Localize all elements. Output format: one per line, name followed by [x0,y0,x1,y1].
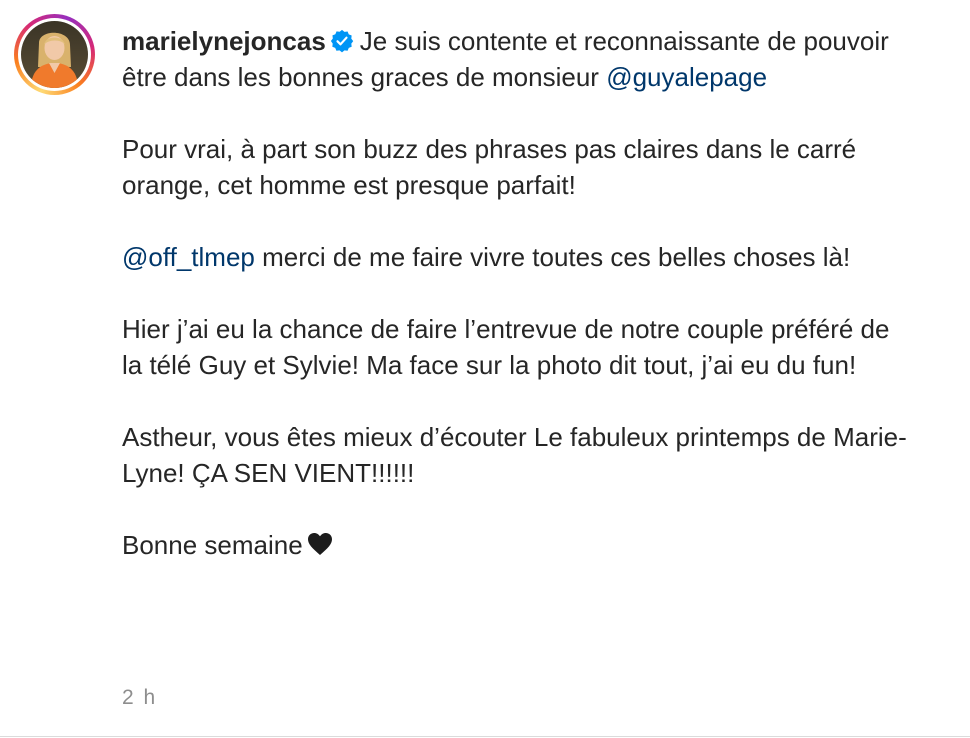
caption-paragraph-6: Bonne semaine [122,527,912,563]
mention-guyalepage[interactable]: @guyalepage [606,62,767,92]
avatar-gap [18,18,91,91]
post-caption-comment: marielynejoncas Je suis contente et reco… [0,0,970,737]
caption-text-5: Astheur, vous êtes mieux d’écouter Le fa… [122,422,907,488]
black-heart-icon [307,533,332,555]
caption-paragraph-3: @off_tlmep merci de me faire vivre toute… [122,239,912,275]
caption-paragraph-2: Pour vrai, à part son buzz des phrases p… [122,131,912,203]
caption-text: marielynejoncas Je suis contente et reco… [122,23,912,563]
caption-text-3: merci de me faire vivre toutes ces belle… [262,242,851,272]
username-link[interactable]: marielynejoncas [122,26,326,56]
caption-paragraph-4: Hier j’ai eu la chance de faire l’entrev… [122,311,912,383]
caption-paragraph-1: marielynejoncas Je suis contente et reco… [122,23,912,95]
avatar [21,21,88,88]
caption-paragraph-5: Astheur, vous êtes mieux d’écouter Le fa… [122,419,912,491]
caption-text-6: Bonne semaine [122,530,303,560]
mention-off-tlmep[interactable]: @off_tlmep [122,242,255,272]
caption-text-2: Pour vrai, à part son buzz des phrases p… [122,134,857,200]
verified-badge-icon [330,29,354,53]
caption-text-4: Hier j’ai eu la chance de faire l’entrev… [122,314,890,380]
story-ring-avatar[interactable] [14,14,95,95]
post-timestamp[interactable]: 2 h [122,684,157,712]
